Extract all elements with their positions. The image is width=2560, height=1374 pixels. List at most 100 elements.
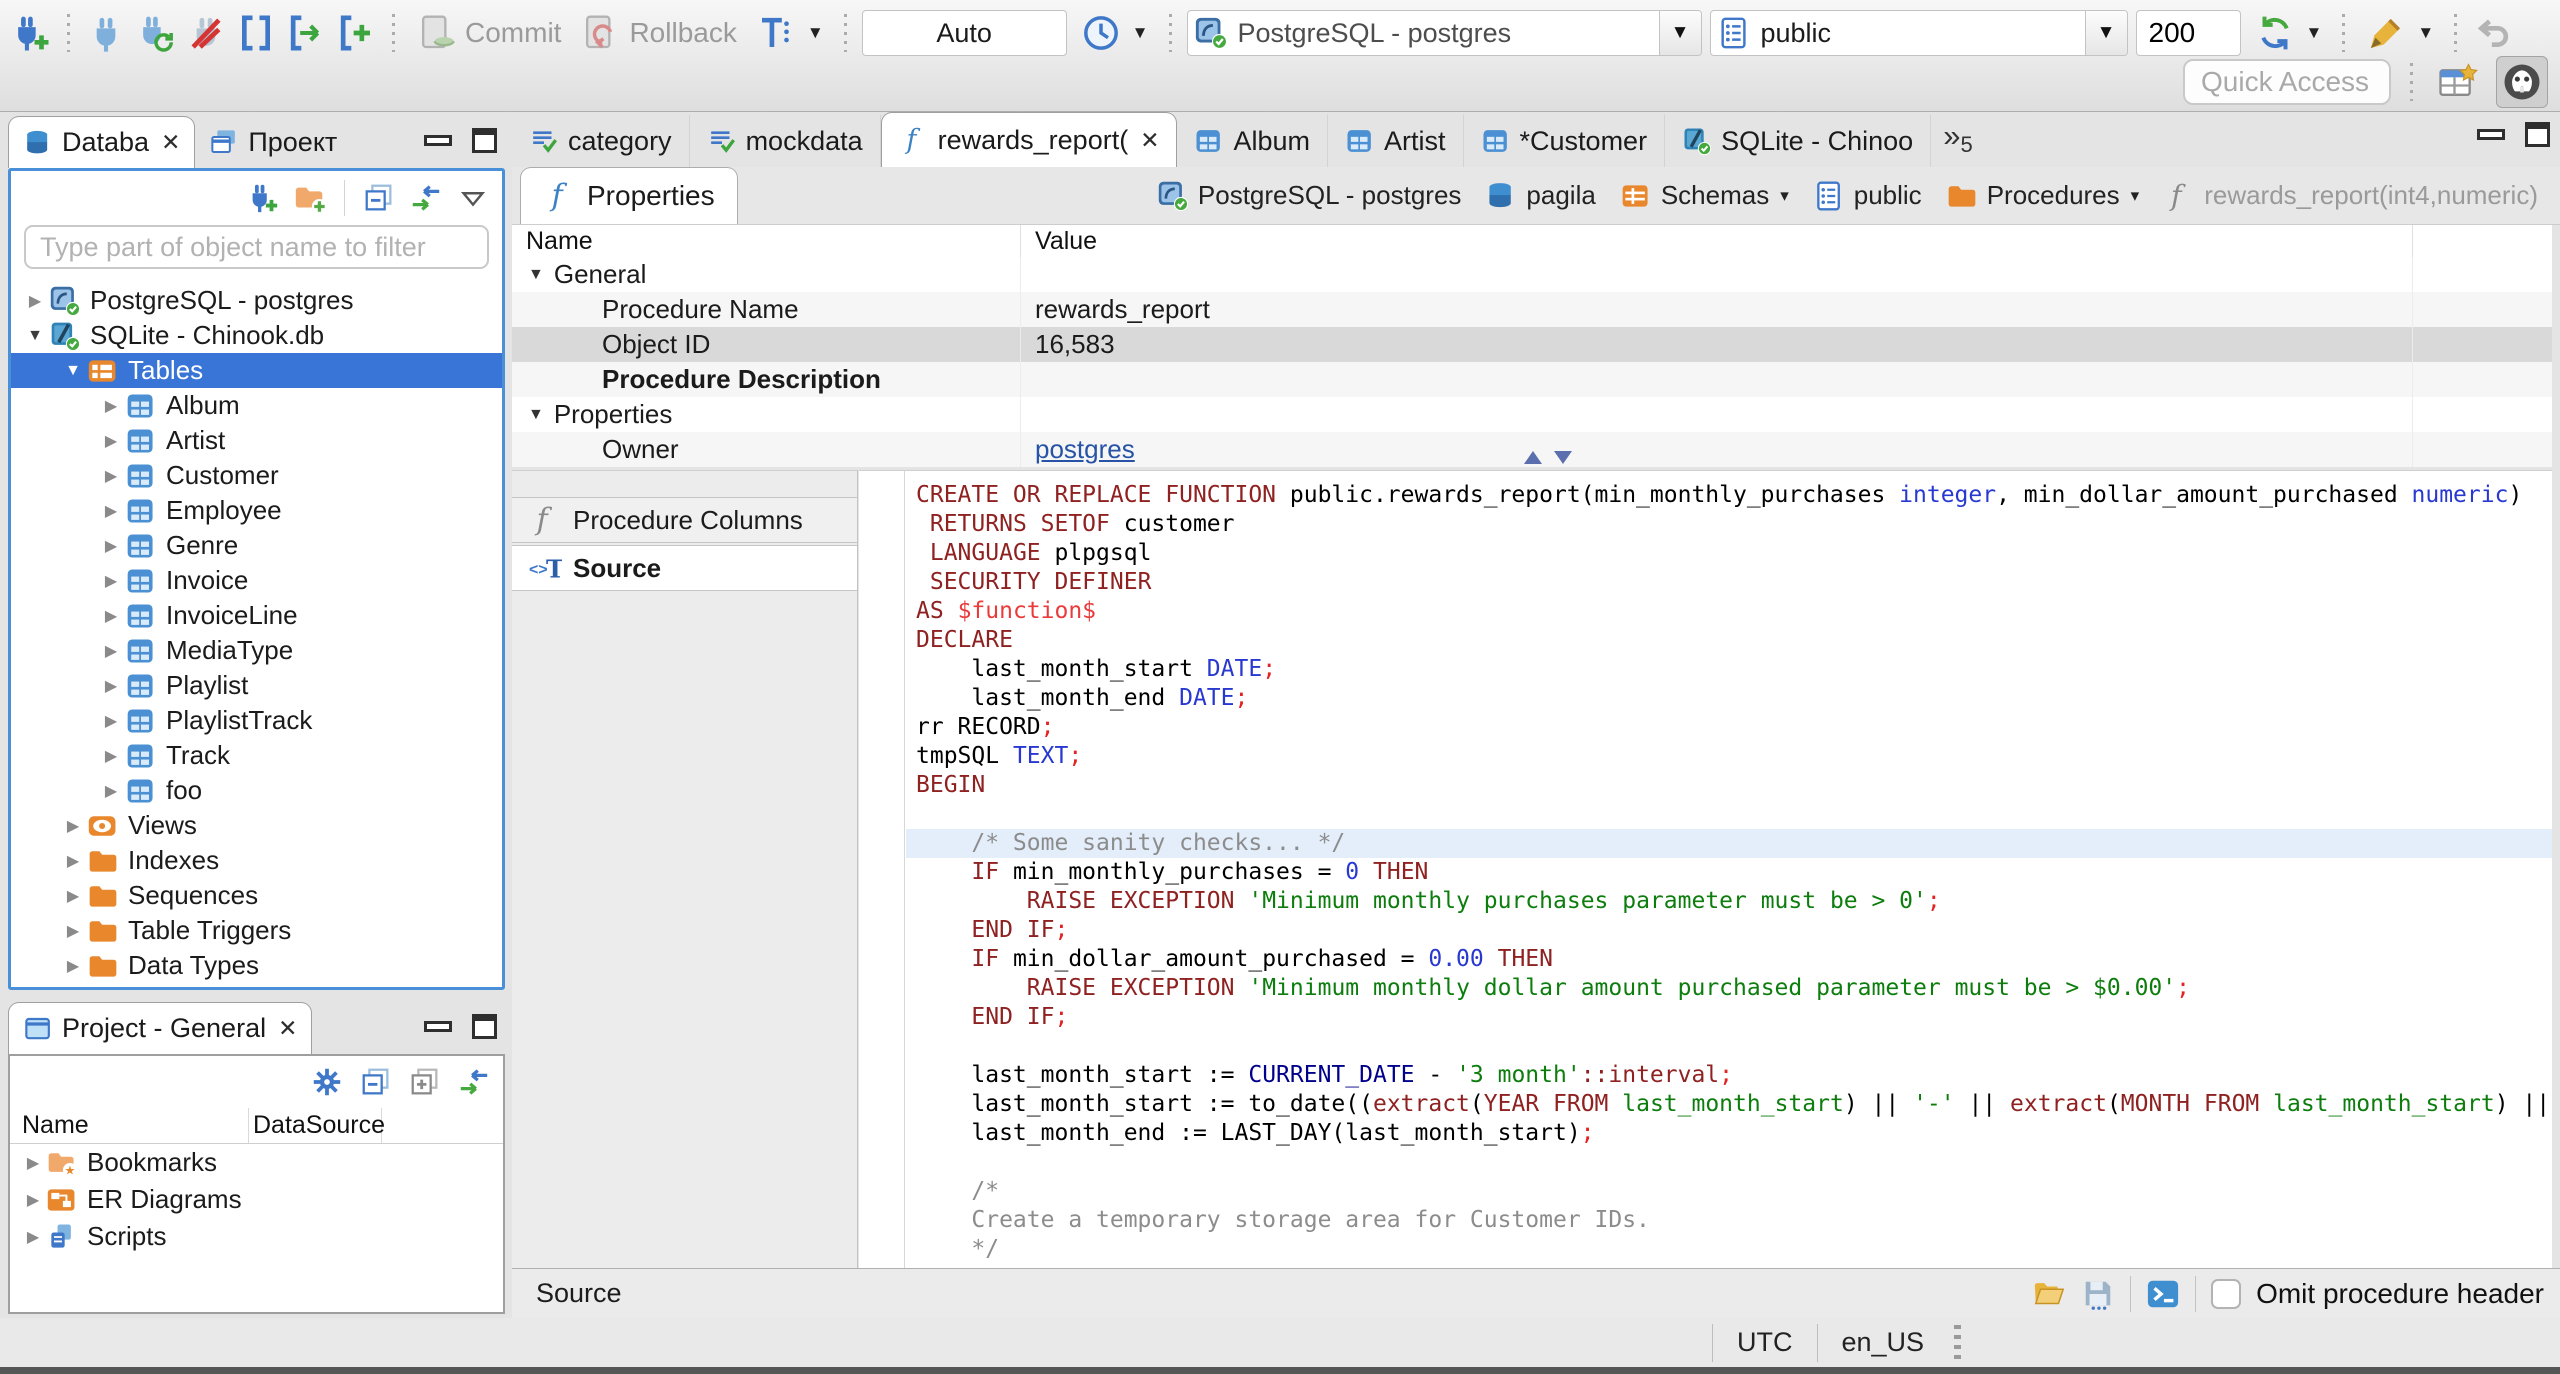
link-with-editor-icon[interactable]: [457, 1065, 491, 1099]
chevron-right-icon[interactable]: ▶: [20, 1153, 46, 1173]
tree-item-sqlite-chinook-db[interactable]: ▼ SQLite - Chinook.db: [11, 318, 502, 353]
maximize-icon[interactable]: [472, 1014, 497, 1039]
editor-tab-category[interactable]: category: [512, 115, 690, 167]
open-perspective-button[interactable]: [2432, 56, 2484, 108]
tree-item-foo[interactable]: ▶ foo: [11, 773, 502, 808]
grid-column-value[interactable]: Value: [1020, 225, 2412, 257]
dbeaver-perspective-button[interactable]: [2496, 56, 2548, 108]
chevron-right-icon[interactable]: ▶: [59, 956, 87, 976]
tree-item-artist[interactable]: ▶ Artist: [11, 423, 502, 458]
disconnect-icon[interactable]: [185, 12, 227, 54]
chevron-right-icon[interactable]: ▶: [97, 536, 125, 556]
tree-item-playlist[interactable]: ▶ Playlist: [11, 668, 502, 703]
chevron-right-icon[interactable]: ▶: [97, 676, 125, 696]
link-with-editor-icon[interactable]: [409, 181, 443, 215]
chevron-right-icon[interactable]: ▶: [97, 641, 125, 661]
sash-arrows[interactable]: [1524, 451, 1572, 464]
breadcrumb-rewards-report-int4-numeric[interactable]: f rewards_report(int4,numeric): [2163, 180, 2538, 212]
editor-tab-album[interactable]: Album: [1177, 115, 1329, 167]
chevron-right-icon[interactable]: ▶: [59, 921, 87, 941]
connect-icon[interactable]: [85, 12, 127, 54]
dropdown-arrow-icon[interactable]: ▼: [1658, 11, 1701, 55]
chevron-right-icon[interactable]: ▶: [97, 746, 125, 766]
chevron-down-icon[interactable]: ▼: [528, 406, 544, 424]
grid-group-name[interactable]: ▼ Properties: [512, 397, 1020, 432]
chevron-right-icon[interactable]: ▶: [21, 291, 49, 311]
close-icon[interactable]: ✕: [1140, 127, 1159, 154]
omit-procedure-header-checkbox[interactable]: [2211, 1278, 2242, 1309]
tree-item-invoiceline[interactable]: ▶ InvoiceLine: [11, 598, 502, 633]
editor-tab-rewards-report[interactable]: f rewards_report(✕: [880, 112, 1178, 167]
grid-row-properties[interactable]: ▼ Properties: [512, 397, 2552, 432]
grid-group-name[interactable]: ▼ General: [512, 257, 1020, 292]
chevron-right-icon[interactable]: ▶: [59, 886, 87, 906]
object-filter-input[interactable]: [24, 225, 489, 269]
chevron-down-icon[interactable]: ▼: [21, 327, 49, 345]
tree-item-indexes[interactable]: ▶ Indexes: [11, 843, 502, 878]
editor-tab-artist[interactable]: Artist: [1328, 115, 1464, 167]
tree-item-invoice[interactable]: ▶ Invoice: [11, 563, 502, 598]
editor-tab-customer[interactable]: *Customer: [1464, 115, 1666, 167]
sql-editor-icon[interactable]: [235, 12, 277, 54]
tree-item-genre[interactable]: ▶ Genre: [11, 528, 502, 563]
chevron-right-icon[interactable]: ▶: [97, 466, 125, 486]
chevron-right-icon[interactable]: ▶: [97, 606, 125, 626]
chevron-right-icon[interactable]: ▶: [59, 816, 87, 836]
chevron-down-icon[interactable]: ▼: [59, 362, 87, 380]
save-to-file-icon[interactable]: [2081, 1277, 2115, 1311]
page-tab-procedure-columns[interactable]: f Procedure Columns: [512, 497, 857, 543]
source-code[interactable]: CREATE OR REPLACE FUNCTION public.reward…: [906, 481, 2552, 1268]
chevron-right-icon[interactable]: ▶: [20, 1190, 46, 1210]
grid-column-name[interactable]: Name: [512, 225, 1020, 257]
column-header-datasource[interactable]: DataSource: [248, 1108, 385, 1143]
breadcrumb-public[interactable]: public: [1813, 180, 1922, 212]
breadcrumb-procedures[interactable]: Procedures ▾: [1946, 180, 2139, 212]
minimize-icon[interactable]: [2477, 129, 2505, 140]
active-schema-combo[interactable]: public ▼: [1709, 10, 2128, 56]
new-sql-editor-icon[interactable]: [335, 12, 377, 54]
tab-database-navigator[interactable]: Databa ✕: [8, 116, 196, 168]
chevron-right-icon[interactable]: ▶: [97, 501, 125, 521]
tree-item-employee[interactable]: ▶ Employee: [11, 493, 502, 528]
tab-project-general[interactable]: Project - General ✕: [8, 1002, 313, 1054]
close-icon[interactable]: ✕: [161, 129, 180, 156]
new-connection-icon[interactable]: [10, 12, 52, 54]
grid-row-general[interactable]: ▼ General: [512, 257, 2552, 292]
tree-item-album[interactable]: ▶ Album: [11, 388, 502, 423]
gear-icon[interactable]: [310, 1065, 344, 1099]
owner-link[interactable]: postgres: [1035, 434, 1135, 465]
transaction-log-button[interactable]: ▼: [750, 9, 829, 57]
grid-row-procedure-name[interactable]: Procedure Name rewards_report: [512, 292, 2552, 327]
reconnect-icon[interactable]: [135, 12, 177, 54]
tree-item-sequences[interactable]: ▶ Sequences: [11, 878, 502, 913]
tree-item-postgresql-postgres[interactable]: ▶ PostgreSQL - postgres: [11, 283, 502, 318]
breadcrumb-postgresql-postgres[interactable]: PostgreSQL - postgres: [1157, 180, 1461, 212]
collapse-all-icon[interactable]: [359, 1065, 393, 1099]
project-item-scripts[interactable]: ▶ Scripts: [10, 1218, 503, 1255]
tree-item-playlisttrack[interactable]: ▶ PlaylistTrack: [11, 703, 502, 738]
maximize-icon[interactable]: [472, 128, 497, 153]
maximize-icon[interactable]: [2525, 122, 2550, 147]
editor-tab-sqlite-chinoo[interactable]: SQLite - Chinoo: [1665, 115, 1932, 167]
tree-item-track[interactable]: ▶ Track: [11, 738, 502, 773]
chevron-right-icon[interactable]: ▶: [20, 1227, 46, 1247]
tree-item-mediatype[interactable]: ▶ MediaType: [11, 633, 502, 668]
undo-icon[interactable]: [2472, 12, 2514, 54]
sash-up-icon[interactable]: [1524, 451, 1542, 464]
transaction-history-button[interactable]: ▼: [1075, 9, 1154, 57]
chevron-down-icon[interactable]: ▼: [528, 266, 544, 284]
tree-item-data-types[interactable]: ▶ Data Types: [11, 948, 502, 983]
tree-item-tables[interactable]: ▼ Tables: [11, 353, 502, 388]
new-connection-icon[interactable]: [246, 181, 280, 215]
rollback-button[interactable]: Rollback: [574, 9, 741, 57]
locale-indicator[interactable]: en_US: [1818, 1327, 1949, 1358]
quick-access-input[interactable]: [2183, 59, 2391, 105]
chevron-right-icon[interactable]: ▶: [97, 711, 125, 731]
tree-item-views[interactable]: ▶ Views: [11, 808, 502, 843]
tree-item-table-triggers[interactable]: ▶ Table Triggers: [11, 913, 502, 948]
editor-tab-mockdata[interactable]: mockdata: [690, 115, 881, 167]
chevron-right-icon[interactable]: ▶: [97, 431, 125, 451]
grid-row-object-id[interactable]: Object ID 16,583: [512, 327, 2552, 362]
chevron-right-icon[interactable]: ▶: [97, 571, 125, 591]
tab-projects[interactable]: Проект: [195, 116, 351, 168]
